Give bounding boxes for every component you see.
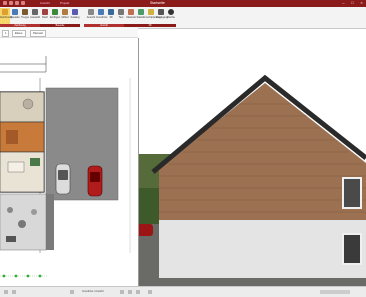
ribbon-button-3d[interactable]: 3D (106, 8, 116, 24)
window-title: Startseite (150, 1, 165, 5)
cube-icon (108, 9, 114, 15)
zoom-slider[interactable] (320, 290, 350, 294)
floor-plan-canvas (0, 56, 131, 278)
path-strip (46, 194, 54, 250)
status-bar: Grundriss / Ansicht (0, 286, 366, 297)
status-icon[interactable] (70, 290, 74, 294)
walk-icon (158, 9, 164, 15)
ribbon-group-ansicht: Ansicht (84, 24, 124, 27)
view-icon (88, 9, 94, 15)
status-icon[interactable] (120, 290, 124, 294)
layer-button[interactable]: Ebene (12, 30, 26, 37)
ribbon-group-3d: 3D (124, 24, 176, 27)
status-text: Grundriss / Ansicht (82, 290, 104, 293)
status-icon[interactable] (12, 290, 16, 294)
save-icon[interactable] (3, 1, 7, 5)
ribbon-button-lichtplanung[interactable]: Lichtplanung (146, 8, 161, 24)
maximize-icon[interactable]: □ (350, 1, 355, 5)
kitchen-counter (6, 130, 18, 144)
car-red-3d (139, 224, 153, 236)
floor-selector[interactable]: 1 (2, 30, 10, 37)
plant (30, 158, 40, 166)
room-living (0, 91, 45, 123)
status-icon[interactable] (136, 290, 140, 294)
floorplan-icon (98, 9, 104, 15)
plan-toolbar: 1 Ebene Plansatz (0, 28, 138, 38)
3d-render (139, 38, 366, 286)
tab-ansicht[interactable]: Ansicht (40, 1, 50, 5)
ribbon-group-bauteile: Bauteile (40, 24, 80, 27)
3d-view[interactable] (139, 38, 366, 286)
ribbon-button-rundgang[interactable]: Rundgang (156, 8, 168, 24)
furniture-icon (62, 9, 68, 15)
ribbon-group-zeichnung: Zeichnung (0, 24, 40, 27)
ribbon-button-einfuegen[interactable]: Einfügen (50, 8, 60, 24)
text-icon (118, 9, 124, 15)
ribbon-button-statistik[interactable]: Statistik (136, 8, 146, 24)
ribbon-button-auswahl[interactable]: Auswahl (30, 8, 40, 24)
ribbon-button-moebel[interactable]: Möbel (60, 8, 70, 24)
material-icon (128, 9, 134, 15)
ribbon-button-text[interactable]: Text (116, 8, 126, 24)
cursor-icon (32, 9, 38, 15)
catalog-icon (72, 9, 78, 15)
wall-icon (12, 9, 18, 15)
window-lower (342, 233, 362, 265)
status-icon[interactable] (128, 290, 132, 294)
pencil-icon (2, 9, 8, 15)
ribbon-button-grundriss[interactable]: Grundriss (96, 8, 107, 24)
floor-plan-view[interactable] (0, 38, 139, 286)
dining-table (7, 161, 25, 173)
house-plinth (159, 220, 366, 278)
ribbon: Zeichnung Bauteile Treppe Auswahl Dach E… (0, 7, 366, 29)
window-upper (342, 177, 362, 209)
ribbon-button-ansicht[interactable]: Ansicht (86, 8, 96, 24)
undo-icon[interactable] (9, 1, 13, 5)
plan-set-button[interactable]: Plansatz (30, 30, 46, 37)
status-icon[interactable] (4, 290, 8, 294)
window-controls: – □ × (341, 1, 364, 5)
bench (6, 236, 16, 242)
round-table (22, 98, 34, 110)
stairs-icon (22, 9, 28, 15)
chart-icon (138, 9, 144, 15)
ribbon-button-dach[interactable]: Dach (40, 8, 50, 24)
redo-icon[interactable] (15, 1, 19, 5)
ribbon-button-material[interactable]: Material (126, 8, 136, 24)
ribbon-button-bauteile[interactable]: Bauteile (10, 8, 20, 24)
tab-projekt[interactable]: Projekt (60, 1, 69, 5)
ribbon-button-treppe[interactable]: Treppe (20, 8, 30, 24)
insert-icon (52, 9, 58, 15)
status-icon[interactable] (148, 290, 152, 294)
light-icon (148, 9, 154, 15)
ribbon-button-zeichnung[interactable]: Zeichnung (0, 8, 12, 24)
area-icon (168, 9, 174, 15)
quick-access-toolbar (3, 1, 31, 5)
print-icon[interactable] (21, 1, 25, 5)
minimize-icon[interactable]: – (341, 1, 346, 5)
ribbon-button-katalog[interactable]: Katalog (70, 8, 80, 24)
close-icon[interactable]: × (359, 1, 364, 5)
title-bar: Ansicht Projekt Startseite – □ × (0, 0, 366, 7)
roof-icon (42, 9, 48, 15)
ribbon-button-flaeche[interactable]: Fläche (166, 8, 176, 24)
